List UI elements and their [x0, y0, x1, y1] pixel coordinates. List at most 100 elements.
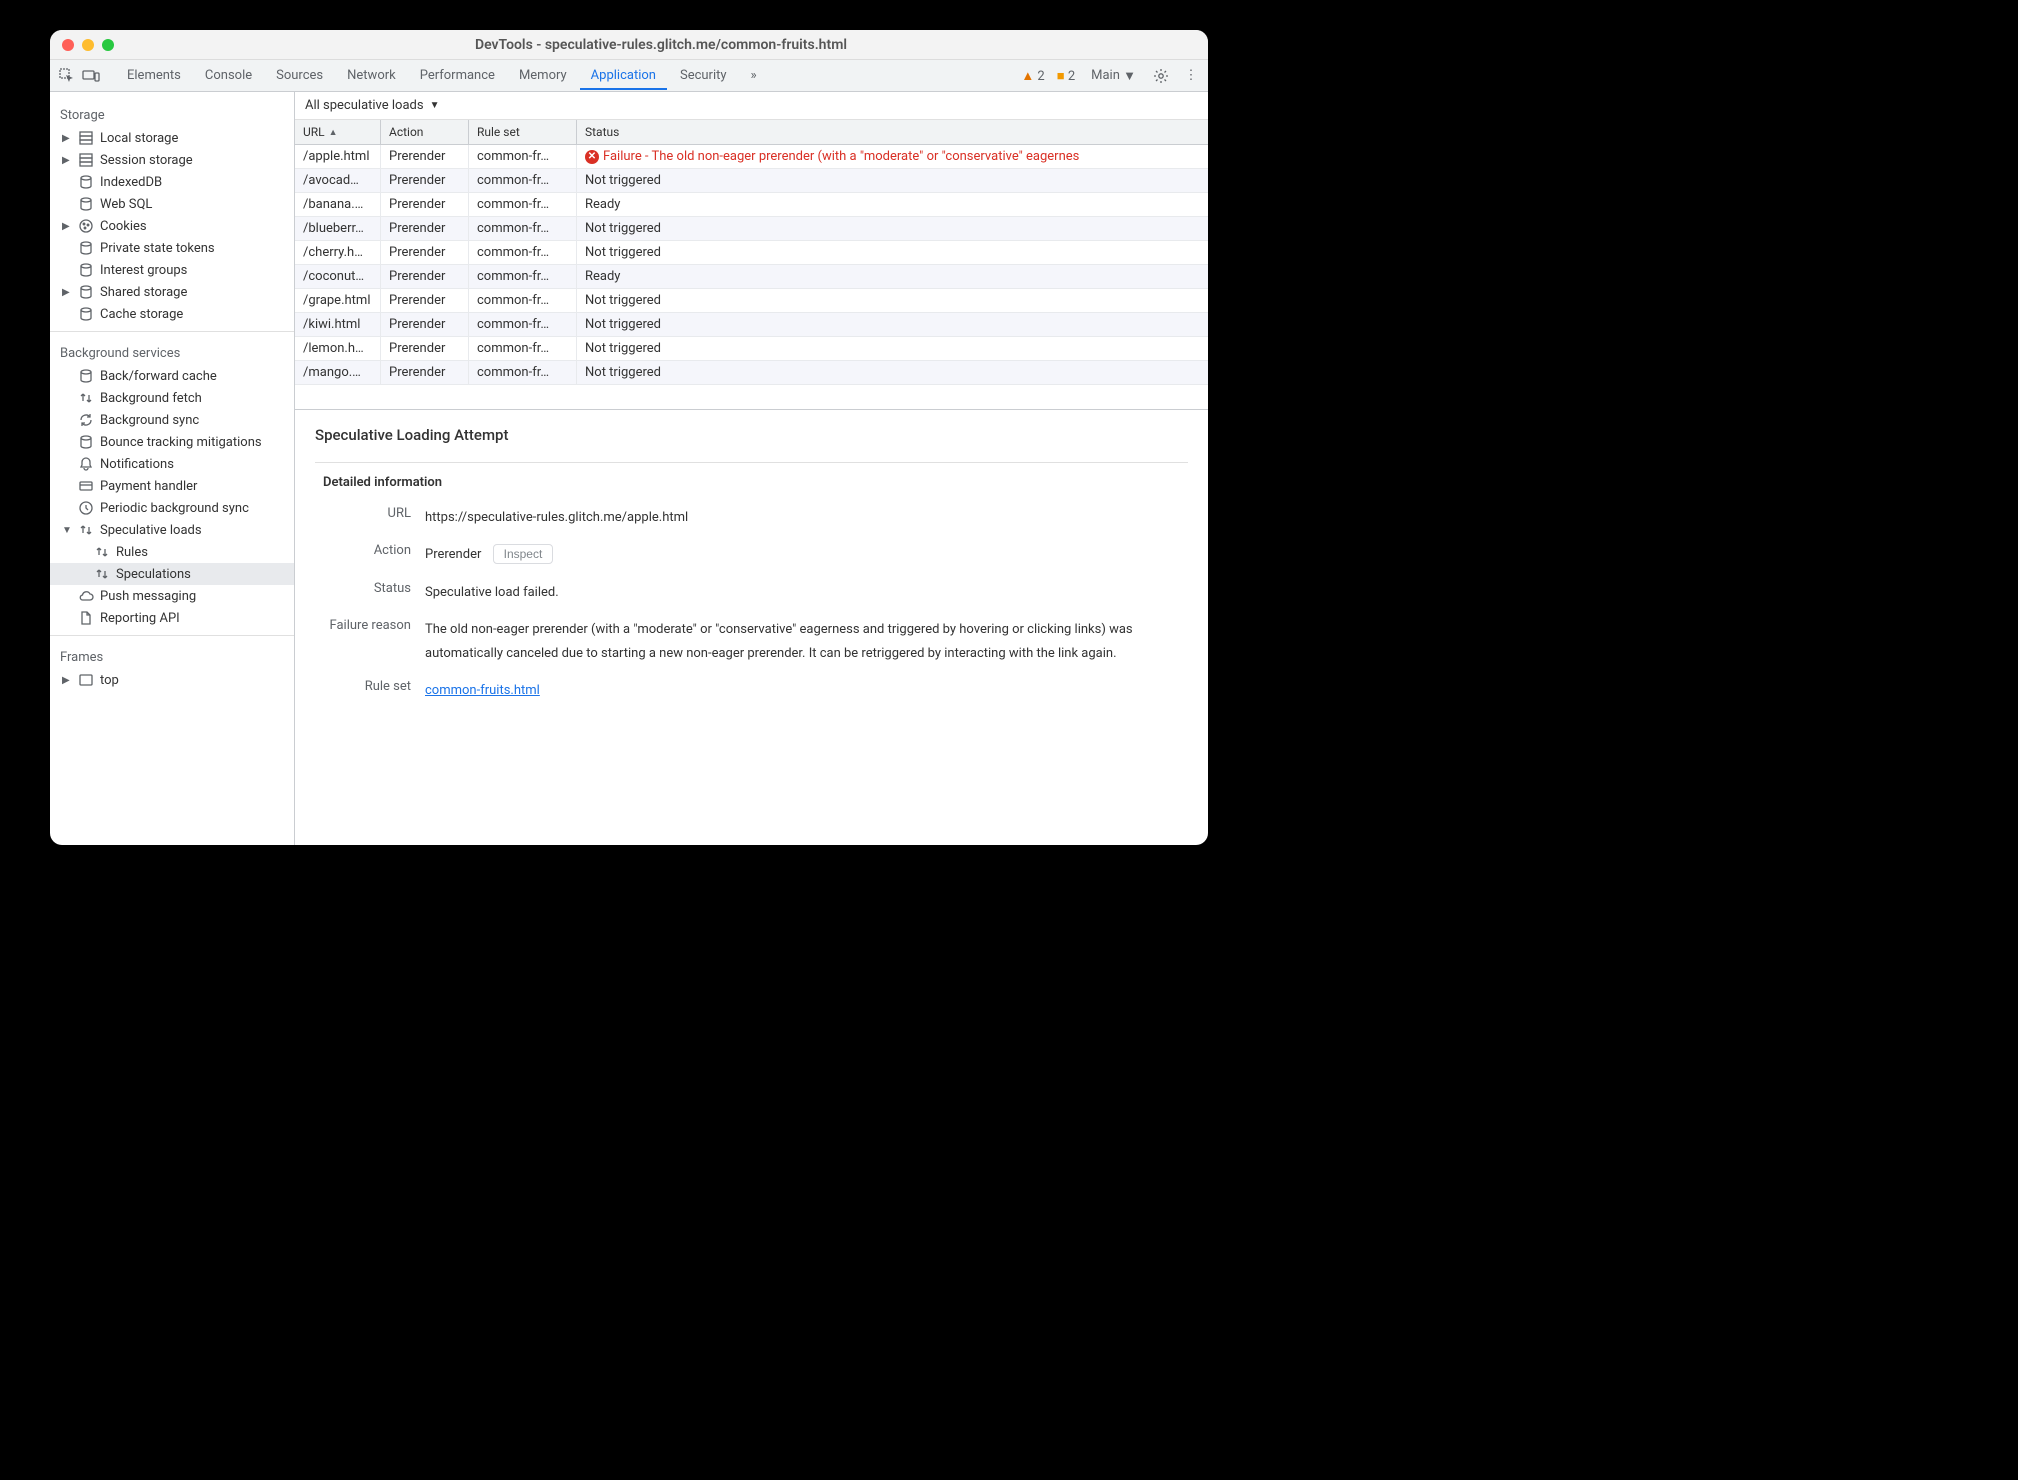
tab-console[interactable]: Console	[194, 61, 263, 90]
sidebar-item-cache-storage[interactable]: Cache storage	[50, 303, 294, 325]
sidebar-item-indexeddb[interactable]: IndexedDB	[50, 171, 294, 193]
cell-status: Not triggered	[577, 169, 1208, 192]
cell-action: Prerender	[381, 337, 469, 360]
sidebar-item-label: Cache storage	[100, 307, 183, 322]
detail-ruleset-link[interactable]: common-fruits.html	[425, 683, 540, 698]
tab-security[interactable]: Security	[669, 61, 738, 90]
sidebar-item-cookies[interactable]: ▶Cookies	[50, 215, 294, 237]
warnings-badge[interactable]: ▲ 2	[1021, 68, 1044, 84]
settings-gear-icon[interactable]	[1152, 67, 1170, 85]
sidebar-item-label: Rules	[116, 545, 148, 560]
cell-ruleset: common-fr…	[469, 193, 577, 216]
table-row[interactable]: /kiwi.htmlPrerendercommon-fr…Not trigger…	[295, 313, 1208, 337]
target-selector[interactable]: Main ▼	[1087, 68, 1140, 84]
cell-url: /avocad…	[295, 169, 381, 192]
updown-icon	[94, 566, 110, 582]
detail-url-value: https://speculative-rules.glitch.me/appl…	[425, 506, 1188, 529]
chevron-right-icon: ▶	[62, 287, 72, 298]
device-toggle-icon[interactable]	[82, 67, 100, 85]
sidebar-item-background-fetch[interactable]: Background fetch	[50, 387, 294, 409]
col-url[interactable]: URL▲	[295, 120, 381, 144]
minimize-icon[interactable]	[82, 39, 94, 51]
sidebar-item-payment-handler[interactable]: Payment handler	[50, 475, 294, 497]
table-row[interactable]: /avocad…Prerendercommon-fr…Not triggered	[295, 169, 1208, 193]
sidebar-item-shared-storage[interactable]: ▶ Shared storage	[50, 281, 294, 303]
col-status[interactable]: Status	[577, 120, 1208, 144]
sidebar-item-push-messaging[interactable]: Push messaging	[50, 585, 294, 607]
sidebar-item-session-storage[interactable]: ▶Session storage	[50, 149, 294, 171]
sidebar-item-reporting-api[interactable]: Reporting API	[50, 607, 294, 629]
inspect-element-icon[interactable]	[58, 67, 76, 85]
sidebar-item-speculative-loads[interactable]: ▼Speculative loads	[50, 519, 294, 541]
cell-url: /banana.…	[295, 193, 381, 216]
sidebar-item-back-forward-cache[interactable]: Back/forward cache	[50, 365, 294, 387]
table-row[interactable]: /grape.htmlPrerendercommon-fr…Not trigge…	[295, 289, 1208, 313]
table-row[interactable]: /mango.…Prerendercommon-fr…Not triggered	[295, 361, 1208, 385]
updown-icon	[78, 522, 94, 538]
more-menu-icon[interactable]: ⋮	[1182, 67, 1200, 85]
sidebar-item-top[interactable]: ▶top	[50, 669, 294, 691]
issues-badge[interactable]: ■ 2	[1057, 68, 1075, 84]
cyl-icon	[78, 262, 94, 278]
cell-url: /cherry.h…	[295, 241, 381, 264]
devtools-window: DevTools - speculative-rules.glitch.me/c…	[50, 30, 1208, 845]
chevron-down-icon: ▼	[430, 100, 440, 111]
sidebar-item-background-sync[interactable]: Background sync	[50, 409, 294, 431]
file-icon	[78, 610, 94, 626]
sidebar-item-label: Background sync	[100, 413, 199, 428]
application-sidebar: Storage ▶Local storage▶Session storageIn…	[50, 92, 295, 845]
table-row[interactable]: /cherry.h…Prerendercommon-fr…Not trigger…	[295, 241, 1208, 265]
close-icon[interactable]	[62, 39, 74, 51]
sidebar-item-rules[interactable]: Rules	[50, 541, 294, 563]
cell-ruleset: common-fr…	[469, 145, 577, 168]
content-pane: All speculative loads ▼ URL▲ Action Rule…	[295, 92, 1208, 845]
inspect-button[interactable]: Inspect	[493, 544, 554, 564]
detail-action-value: Prerender Inspect	[425, 543, 1188, 566]
details-heading: Speculative Loading Attempt	[315, 426, 1188, 444]
cyl-icon	[78, 240, 94, 256]
table-row[interactable]: /banana.…Prerendercommon-fr…Ready	[295, 193, 1208, 217]
sidebar-item-label: Notifications	[100, 457, 174, 472]
table-header: URL▲ Action Rule set Status	[295, 120, 1208, 145]
cell-ruleset: common-fr…	[469, 265, 577, 288]
issue-square-icon: ■	[1057, 69, 1065, 84]
sidebar-item-speculations[interactable]: Speculations	[50, 563, 294, 585]
col-ruleset[interactable]: Rule set	[469, 120, 577, 144]
sidebar-item-web-sql[interactable]: Web SQL	[50, 193, 294, 215]
tab-sources[interactable]: Sources	[265, 61, 334, 90]
sidebar-item-notifications[interactable]: Notifications	[50, 453, 294, 475]
sidebar-item-label: Background fetch	[100, 391, 202, 406]
tab-overflow[interactable]: »	[740, 61, 768, 90]
table-row[interactable]: /coconut…Prerendercommon-fr…Ready	[295, 265, 1208, 289]
cell-ruleset: common-fr…	[469, 361, 577, 384]
sidebar-item-label: Shared storage	[100, 285, 187, 300]
sidebar-item-bounce-tracking-mitigations[interactable]: Bounce tracking mitigations	[50, 431, 294, 453]
sidebar-item-label: Session storage	[100, 153, 193, 168]
cell-status: Not triggered	[577, 289, 1208, 312]
sidebar-item-interest-groups[interactable]: Interest groups	[50, 259, 294, 281]
col-action[interactable]: Action	[381, 120, 469, 144]
sidebar-item-private-state-tokens[interactable]: Private state tokens	[50, 237, 294, 259]
tab-memory[interactable]: Memory	[508, 61, 578, 90]
tab-application[interactable]: Application	[580, 61, 667, 90]
sidebar-item-periodic-background-sync[interactable]: Periodic background sync	[50, 497, 294, 519]
tab-performance[interactable]: Performance	[409, 61, 506, 90]
sidebar-item-label: top	[100, 673, 119, 688]
sidebar-item-label: Web SQL	[100, 197, 152, 212]
titlebar: DevTools - speculative-rules.glitch.me/c…	[50, 30, 1208, 60]
updown-icon	[94, 544, 110, 560]
sidebar-item-local-storage[interactable]: ▶Local storage	[50, 127, 294, 149]
bell-icon	[78, 456, 94, 472]
tab-network[interactable]: Network	[336, 61, 407, 90]
sidebar-item-label: Cookies	[100, 219, 147, 234]
cell-url: /mango.…	[295, 361, 381, 384]
tab-elements[interactable]: Elements	[116, 61, 192, 90]
table-row[interactable]: /lemon.h…Prerendercommon-fr…Not triggere…	[295, 337, 1208, 361]
table-row[interactable]: /blueberr…Prerendercommon-fr…Not trigger…	[295, 217, 1208, 241]
filter-dropdown[interactable]: All speculative loads ▼	[295, 92, 1208, 120]
table-row[interactable]: /apple.htmlPrerendercommon-fr…✕Failure -…	[295, 145, 1208, 169]
cell-ruleset: common-fr…	[469, 241, 577, 264]
zoom-icon[interactable]	[102, 39, 114, 51]
db-icon	[78, 130, 94, 146]
clock-icon	[78, 500, 94, 516]
